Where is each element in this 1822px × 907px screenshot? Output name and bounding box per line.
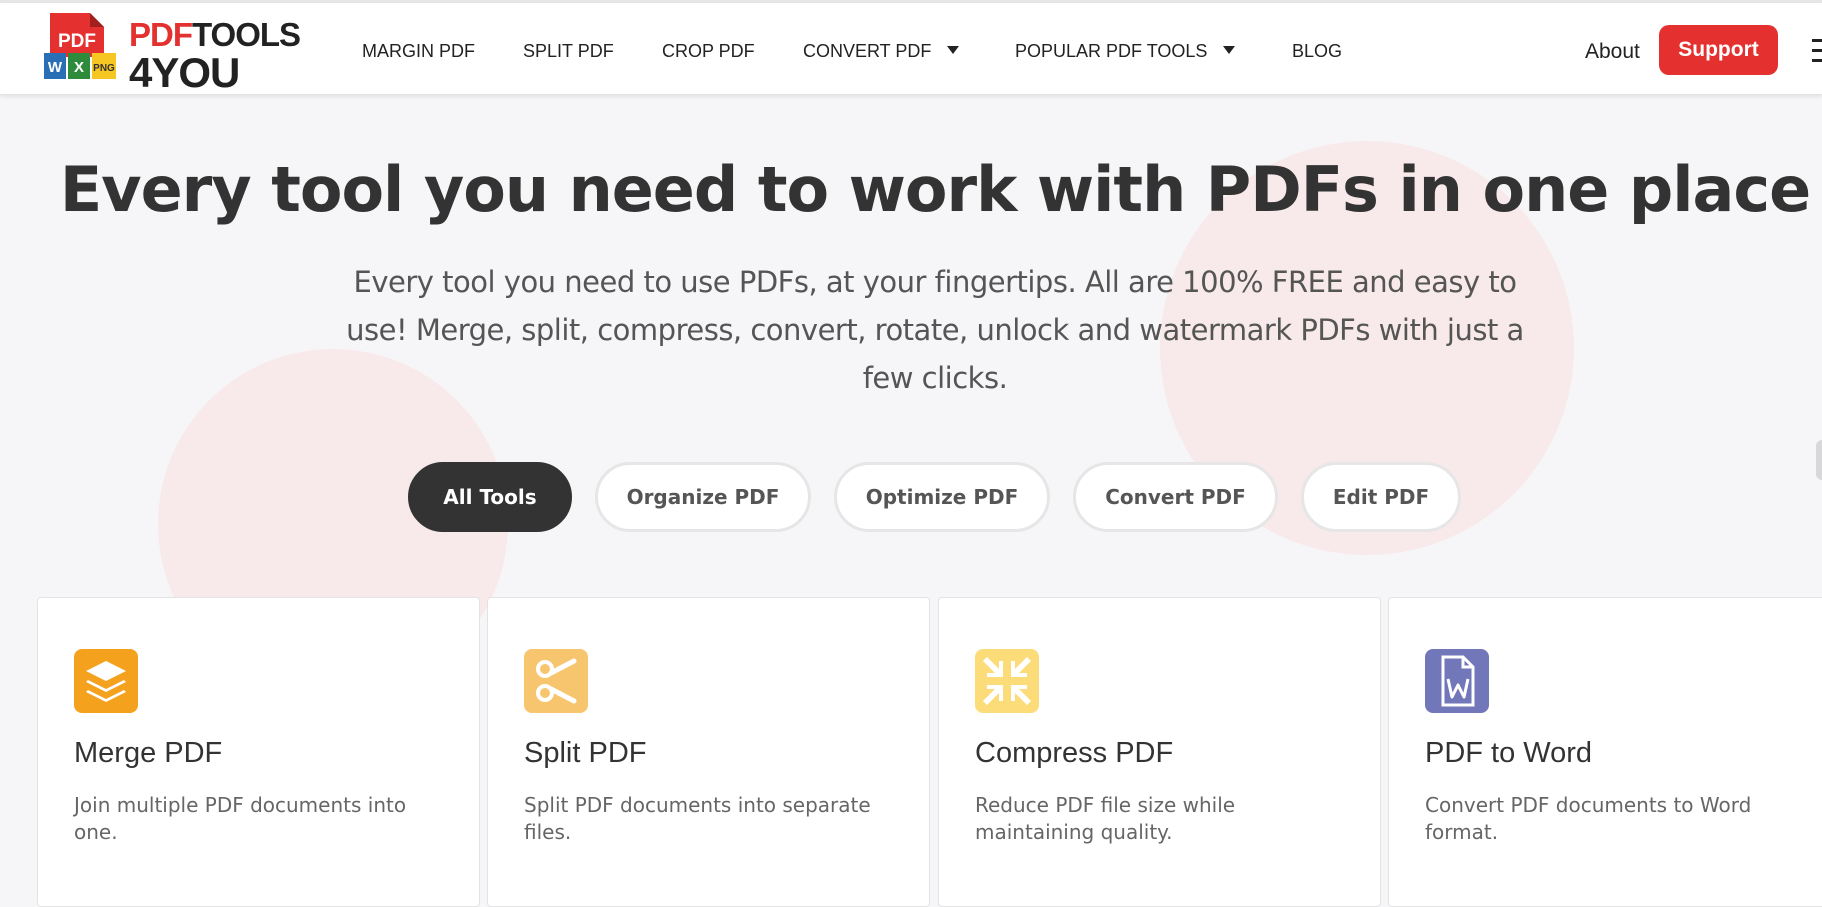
- svg-text:X: X: [74, 59, 84, 76]
- filter-convert-pdf[interactable]: Convert PDF: [1073, 462, 1278, 532]
- nav-crop-pdf[interactable]: CROP PDF: [662, 40, 755, 62]
- card-title: PDF to Word: [1425, 737, 1593, 769]
- tool-card-compress-pdf[interactable]: Compress PDF Reduce PDF file size while …: [938, 597, 1381, 907]
- card-description: Split PDF documents into separate files.: [524, 793, 871, 844]
- hamburger-menu-icon[interactable]: [1812, 39, 1822, 63]
- nav-label: MARGIN PDF: [362, 41, 476, 61]
- support-button[interactable]: Support: [1659, 25, 1778, 75]
- tool-card-split-pdf[interactable]: Split PDF Split PDF documents into separ…: [487, 597, 930, 907]
- layers-icon: [74, 649, 138, 713]
- tool-card-merge-pdf[interactable]: Merge PDF Join multiple PDF documents in…: [37, 597, 480, 907]
- tool-card-pdf-to-word[interactable]: PDF to Word Convert PDF documents to Wor…: [1388, 597, 1822, 907]
- logo-text-tools: TOOLS: [192, 16, 301, 53]
- svg-text:PDF: PDF: [58, 31, 96, 52]
- card-description: Reduce PDF file size while maintaining q…: [975, 793, 1236, 844]
- nav-convert-pdf-dropdown[interactable]: CONVERT PDF: [803, 40, 960, 62]
- logo-text-4you: 4YOU: [129, 49, 240, 96]
- logo-wordmark-top: PDFTOOLS: [129, 16, 301, 53]
- caret-down-icon: [1223, 46, 1236, 54]
- nav-label: POPULAR PDF TOOLS: [1015, 41, 1208, 61]
- card-title: Split PDF: [524, 737, 647, 769]
- about-link[interactable]: About: [1585, 40, 1640, 64]
- nav-label: CONVERT PDF: [803, 41, 932, 61]
- filter-edit-pdf[interactable]: Edit PDF: [1301, 462, 1461, 532]
- nav-popular-tools-dropdown[interactable]: POPULAR PDF TOOLS: [1015, 40, 1236, 62]
- logo-text-pdf: PDF: [129, 16, 193, 53]
- site-logo[interactable]: PDF W X PNG PDFTOOLS 4YOU: [44, 13, 301, 96]
- card-description: Convert PDF documents to Word format.: [1425, 793, 1752, 844]
- card-title: Compress PDF: [975, 737, 1174, 769]
- nav-label: SPLIT PDF: [523, 41, 614, 61]
- compress-icon: [975, 649, 1039, 713]
- logo-graphic: PDF W X PNG: [44, 13, 116, 79]
- svg-text:PNG: PNG: [93, 63, 115, 74]
- hero-subtitle: Every tool you need to use PDFs, at your…: [346, 265, 1524, 395]
- nav-split-pdf[interactable]: SPLIT PDF: [523, 40, 614, 62]
- caret-down-icon: [947, 46, 960, 54]
- word-document-icon: [1425, 649, 1489, 713]
- nav-label: CROP PDF: [662, 41, 755, 61]
- card-title: Merge PDF: [74, 737, 223, 769]
- scissors-icon: [524, 649, 588, 713]
- filter-organize-pdf[interactable]: Organize PDF: [595, 462, 811, 532]
- nav-margin-pdf[interactable]: MARGIN PDF: [362, 40, 475, 62]
- filter-all-tools[interactable]: All Tools: [408, 462, 572, 532]
- hero-title: Every tool you need to work with PDFs in…: [59, 153, 1811, 226]
- nav-label: BLOG: [1292, 41, 1343, 61]
- card-description: Join multiple PDF documents into one.: [74, 793, 407, 844]
- side-scroll-tab[interactable]: [1816, 440, 1822, 480]
- filter-optimize-pdf[interactable]: Optimize PDF: [834, 462, 1050, 532]
- site-header: PDF W X PNG PDFTOOLS 4YOU MARGIN PDF SPL…: [0, 3, 1822, 95]
- svg-text:W: W: [48, 59, 63, 76]
- nav-blog[interactable]: BLOG: [1292, 40, 1342, 62]
